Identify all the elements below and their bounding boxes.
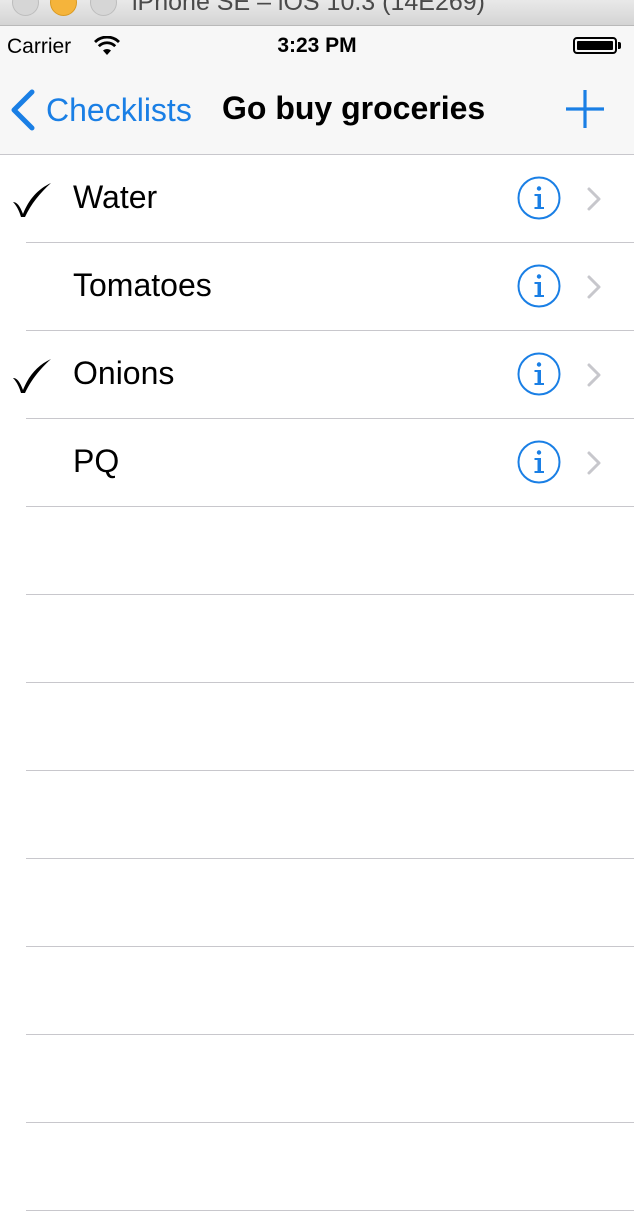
battery-icon [573,37,617,54]
window-minimize-button[interactable] [50,0,77,16]
item-label: PQ [73,443,120,479]
chevron-right-icon [587,275,601,299]
plus-icon [566,90,604,128]
window-close-button[interactable] [12,0,39,16]
item-label: Water [73,179,158,215]
empty-row [26,859,634,947]
info-circle-icon[interactable] [517,440,561,484]
chevron-right-icon [587,363,601,387]
empty-row [26,507,634,595]
checkmark-icon [13,359,51,393]
status-time: 3:23 PM [277,34,357,57]
back-button[interactable]: Checklists [8,85,192,135]
info-circle-icon[interactable] [517,176,561,220]
info-circle-icon[interactable] [517,264,561,308]
window-zoom-button[interactable] [90,0,117,16]
simulator-title-bar: iPhone SE – iOS 10.3 (14E269) [0,0,634,26]
chevron-right-icon [587,187,601,211]
add-item-button[interactable] [564,88,606,130]
checklist-item-row[interactable]: PQ [26,419,634,507]
battery-tip [618,42,621,49]
info-circle-icon[interactable] [517,352,561,396]
empty-row [26,771,634,859]
checklist-item-row[interactable]: Tomatoes [26,243,634,331]
chevron-right-icon [587,451,601,475]
chevron-left-icon [11,89,35,131]
status-bar: Carrier 3:23 PM [0,26,634,66]
checklist-item-row[interactable]: Water [13,155,634,243]
navigation-bar: Checklists Go buy groceries [0,66,634,155]
empty-row [26,1035,634,1123]
page-title: Go buy groceries [222,90,486,126]
item-label: Onions [73,355,175,391]
empty-row [26,595,634,683]
checkmark-icon [13,183,51,217]
checklist-table: Water Tomatoes Onions PQ [0,155,634,1211]
empty-row [26,1123,634,1211]
empty-row [26,683,634,771]
simulator-title: iPhone SE – iOS 10.3 (14E269) [132,0,486,16]
back-button-label: Checklists [46,91,192,128]
empty-row [26,947,634,1035]
item-label: Tomatoes [73,267,212,303]
checklist-item-row[interactable]: Onions [13,331,634,419]
